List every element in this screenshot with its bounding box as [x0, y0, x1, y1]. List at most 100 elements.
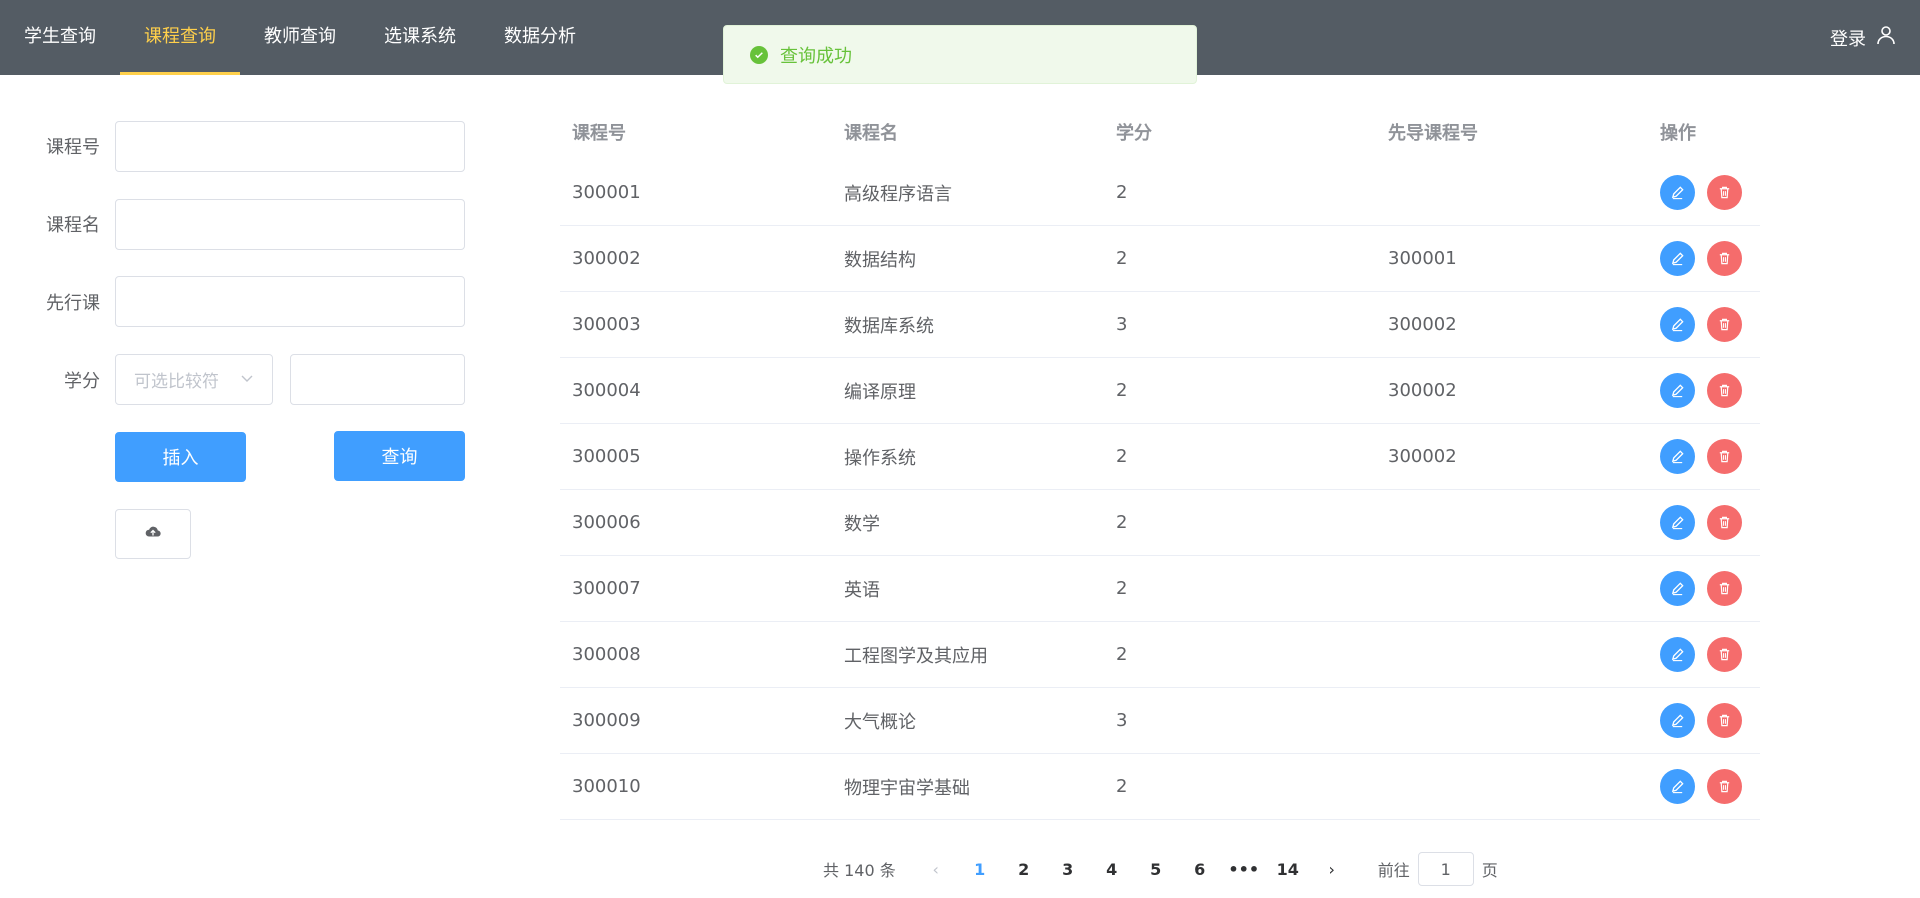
query-button[interactable]: 查询 [334, 431, 465, 481]
delete-icon[interactable] [1707, 637, 1742, 672]
cell-course-name: 操作系统 [844, 447, 916, 469]
cell-actions [1648, 571, 1760, 606]
page-number[interactable]: 3 [1046, 860, 1090, 879]
goto-page-input[interactable] [1417, 852, 1474, 886]
table-row: 300010 物理宇宙学基础 2 [560, 754, 1760, 820]
goto-suffix: 页 [1481, 861, 1498, 880]
page-ellipsis[interactable]: ••• [1222, 860, 1266, 879]
nav-item-course-query[interactable]: 课程查询 [120, 0, 240, 75]
cell-prereq-id: 300001 [1388, 248, 1457, 269]
cell-credit: 2 [1116, 182, 1128, 203]
delete-icon[interactable] [1707, 373, 1742, 408]
cell-course-id: 300008 [572, 644, 641, 665]
table-row: 300002 数据结构 2 300001 [560, 226, 1760, 292]
cell-course-id: 300009 [572, 710, 641, 731]
chevron-down-icon [240, 370, 254, 390]
cell-actions [1648, 769, 1760, 804]
cell-actions [1648, 703, 1760, 738]
cell-credit: 3 [1116, 314, 1128, 335]
edit-icon[interactable] [1660, 505, 1695, 540]
cell-course-id: 300002 [572, 248, 641, 269]
delete-icon[interactable] [1707, 175, 1742, 210]
cell-course-id: 300007 [572, 578, 641, 599]
table-row: 300008 工程图学及其应用 2 [560, 622, 1760, 688]
page-number[interactable]: 4 [1090, 860, 1134, 879]
goto-prefix: 前往 [1377, 861, 1410, 880]
delete-icon[interactable] [1707, 505, 1742, 540]
cell-course-name: 数据结构 [844, 249, 916, 271]
header-credit: 学分 [1116, 123, 1152, 144]
nav-item-student-query[interactable]: 学生查询 [0, 0, 120, 75]
nav-item-course-selection[interactable]: 选课系统 [360, 0, 480, 75]
delete-icon[interactable] [1707, 307, 1742, 342]
cell-actions [1648, 175, 1760, 210]
cell-actions [1648, 637, 1760, 672]
course-name-input[interactable] [115, 199, 465, 250]
toast-message: 查询成功 [780, 45, 852, 67]
cell-course-id: 300005 [572, 446, 641, 467]
page-number[interactable]: 5 [1134, 860, 1178, 879]
header-prereq-id: 先导课程号 [1388, 123, 1478, 144]
cell-course-name: 英语 [844, 579, 880, 601]
cell-course-name: 高级程序语言 [844, 183, 952, 205]
delete-icon[interactable] [1707, 769, 1742, 804]
delete-icon[interactable] [1707, 439, 1742, 474]
cell-prereq-id: 300002 [1388, 446, 1457, 467]
edit-icon[interactable] [1660, 571, 1695, 606]
page-list: 1 2 3 4 5 6 ••• 14 [958, 860, 1310, 879]
cloud-upload-icon [145, 524, 161, 544]
cell-credit: 2 [1116, 512, 1128, 533]
credit-compare-placeholder: 可选比较符 [134, 372, 219, 392]
edit-icon[interactable] [1660, 307, 1695, 342]
edit-icon[interactable] [1660, 439, 1695, 474]
table-row: 300006 数学 2 [560, 490, 1760, 556]
delete-icon[interactable] [1707, 241, 1742, 276]
course-id-input[interactable] [115, 121, 465, 172]
table-row: 300005 操作系统 2 300002 [560, 424, 1760, 490]
page-number[interactable]: 2 [1002, 860, 1046, 879]
page-number[interactable]: 14 [1266, 860, 1310, 879]
cell-course-name: 大气概论 [844, 711, 916, 733]
page-number[interactable]: 1 [958, 860, 1002, 879]
edit-icon[interactable] [1660, 637, 1695, 672]
table-row: 300004 编译原理 2 300002 [560, 358, 1760, 424]
course-id-label: 课程号 [46, 137, 100, 158]
cell-actions [1648, 439, 1760, 474]
cell-credit: 2 [1116, 644, 1128, 665]
user-icon [1876, 25, 1896, 50]
edit-icon[interactable] [1660, 241, 1695, 276]
nav-item-data-analysis[interactable]: 数据分析 [480, 0, 600, 75]
cell-credit: 2 [1116, 446, 1128, 467]
table-row: 300009 大气概论 3 [560, 688, 1760, 754]
page-jump: 前往 页 [1378, 852, 1498, 886]
login-button[interactable]: 登录 [1830, 0, 1896, 75]
credit-label: 学分 [64, 371, 100, 392]
delete-icon[interactable] [1707, 571, 1742, 606]
edit-icon[interactable] [1660, 373, 1695, 408]
cell-course-id: 300004 [572, 380, 641, 401]
cell-actions [1648, 373, 1760, 408]
header-course-name: 课程名 [844, 123, 898, 144]
edit-icon[interactable] [1660, 769, 1695, 804]
cell-course-id: 300003 [572, 314, 641, 335]
credit-value-input[interactable] [290, 354, 465, 405]
prereq-input[interactable] [115, 276, 465, 327]
cell-course-id: 300001 [572, 182, 641, 203]
prev-page-icon[interactable]: ‹ [914, 860, 958, 879]
insert-button[interactable]: 插入 [115, 432, 246, 482]
table-row: 300003 数据库系统 3 300002 [560, 292, 1760, 358]
nav-item-teacher-query[interactable]: 教师查询 [240, 0, 360, 75]
edit-icon[interactable] [1660, 175, 1695, 210]
next-page-icon[interactable]: › [1310, 860, 1354, 879]
cell-actions [1648, 241, 1760, 276]
delete-icon[interactable] [1707, 703, 1742, 738]
success-toast: 查询成功 [723, 25, 1197, 84]
credit-compare-select[interactable]: 可选比较符 [115, 354, 273, 405]
upload-button[interactable] [115, 509, 191, 559]
prereq-label: 先行课 [46, 293, 100, 314]
edit-icon[interactable] [1660, 703, 1695, 738]
page-number[interactable]: 6 [1178, 860, 1222, 879]
cell-credit: 2 [1116, 776, 1128, 797]
cell-course-id: 300010 [572, 776, 641, 797]
cell-prereq-id: 300002 [1388, 314, 1457, 335]
